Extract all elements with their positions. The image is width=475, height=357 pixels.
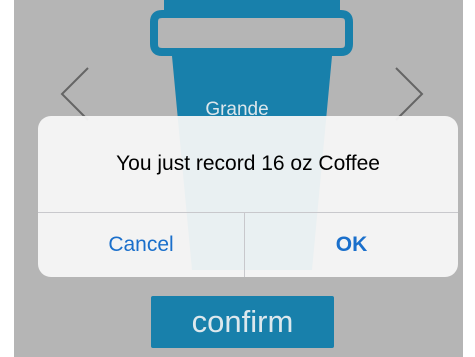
app-screen: Grande confirm You just record 16 oz Cof… [14,0,463,357]
ok-button[interactable]: OK [245,213,458,277]
alert-dialog: You just record 16 oz Coffee Cancel OK [38,116,458,277]
alert-message: You just record 16 oz Coffee [116,152,380,175]
cancel-button[interactable]: Cancel [38,213,244,277]
